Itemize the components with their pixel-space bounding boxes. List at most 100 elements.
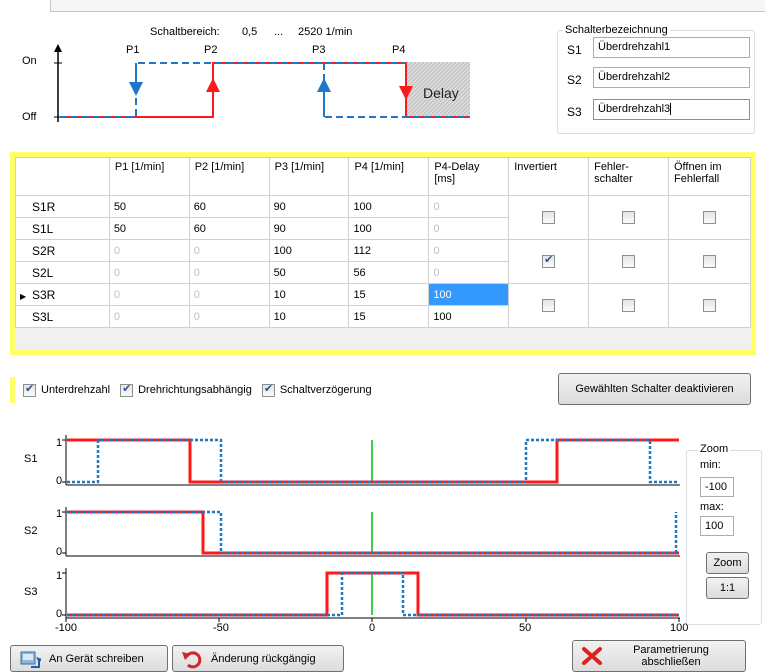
col-p1[interactable]: P1 [1/min]	[108, 157, 190, 196]
zoom-min-input[interactable]: -100	[700, 477, 734, 497]
undo-changes-label: Änderung rückgängig	[211, 652, 316, 665]
table-row[interactable]: ▶ S3R 0 0 10 15 100	[15, 283, 751, 328]
oeffnen-checkbox-s2[interactable]	[703, 255, 716, 268]
cell-p3[interactable]: 10	[268, 283, 350, 306]
cell-p2[interactable]: 0	[188, 261, 270, 284]
cell-p4[interactable]: 56	[348, 261, 430, 284]
fehlerschalter-checkbox-s2[interactable]	[622, 255, 636, 268]
schaltverzoegerung-label: Schaltverzögerung	[279, 384, 372, 396]
invertiert-checkbox-s2[interactable]	[542, 253, 556, 268]
col-p3[interactable]: P3 [1/min]	[268, 157, 350, 196]
cell-p4[interactable]: 15	[348, 305, 430, 328]
plot-s2-ytick-0: 0	[56, 546, 62, 558]
col-p4[interactable]: P4 [1/min]	[348, 157, 430, 196]
cell-p2[interactable]: 0	[188, 283, 270, 306]
switch-name-label-s1: S1	[567, 43, 582, 57]
plot-xtick-100: 100	[670, 622, 688, 634]
plot-xtick-50: 50	[519, 622, 531, 634]
invertiert-checkbox-s3[interactable]	[542, 299, 556, 312]
drehrichtung-checkbox[interactable]	[120, 382, 134, 397]
switch-name-s3-text: Überdrehzahl3	[598, 103, 671, 115]
fehlerschalter-checkbox-s1[interactable]	[622, 211, 636, 224]
zoom-title: Zoom	[698, 443, 731, 455]
plot-row-label-s1: S1	[24, 453, 37, 465]
undo-changes-button[interactable]: Änderung rückgängig	[172, 645, 344, 672]
cell-p1[interactable]: 50	[108, 217, 190, 240]
invertiert-checkbox-s1[interactable]	[542, 211, 556, 224]
drehrichtung-option[interactable]: Drehrichtungsabhängig	[120, 382, 252, 397]
table-row[interactable]: S2R 0 0 100 112 0	[15, 239, 751, 284]
cell-p3[interactable]: 90	[268, 217, 350, 240]
write-device-icon	[19, 649, 42, 669]
switch-name-input-s3[interactable]: Überdrehzahl3	[593, 99, 750, 120]
cell-p2[interactable]: 60	[188, 217, 270, 240]
grid-header-row: P1 [1/min] P2 [1/min] P3 [1/min] P4 [1/m…	[15, 157, 751, 196]
cell-p4[interactable]: 100	[348, 195, 430, 218]
col-p4-delay[interactable]: P4-Delay [ms]	[428, 157, 510, 196]
col-oeffnen-fehlerfall[interactable]: Öffnen im Fehlerfall	[668, 157, 751, 196]
cell-p4[interactable]: 112	[348, 239, 430, 262]
cell-p1[interactable]: 50	[108, 195, 190, 218]
row-name: S2R	[32, 243, 56, 258]
cell-p2[interactable]: 60	[188, 195, 270, 218]
drehrichtung-label: Drehrichtungsabhängig	[138, 384, 252, 396]
schaltverzoegerung-checkbox[interactable]	[261, 382, 275, 397]
cell-p3[interactable]: 50	[268, 261, 350, 284]
cell-p3[interactable]: 90	[268, 195, 350, 218]
switch-diagram: Schaltbereich: 0,5 ... 2520 1/min On Off…	[20, 20, 470, 140]
undo-icon	[181, 649, 203, 669]
plot-s2-ytick-1: 1	[56, 508, 62, 520]
plot-s1-ytick-1: 1	[56, 437, 62, 449]
cell-p1[interactable]: 0	[108, 305, 190, 328]
switch-name-input-s2[interactable]: Überdrehzahl2	[593, 67, 750, 88]
cell-delay-selected[interactable]: 100	[428, 283, 510, 306]
write-to-device-label: An Gerät schreiben	[49, 652, 144, 665]
plot-xtick-m100: -100	[55, 622, 77, 634]
cell-p1[interactable]: 0	[108, 261, 190, 284]
row-name: S1L	[32, 221, 54, 236]
oeffnen-checkbox-s1[interactable]	[703, 211, 716, 224]
oeffnen-checkbox-s3[interactable]	[703, 299, 716, 312]
cell-delay[interactable]: 100	[428, 305, 510, 328]
cell-p3[interactable]: 100	[268, 239, 350, 262]
zoom-max-label: max:	[700, 501, 724, 513]
switch-name-input-s1[interactable]: Überdrehzahl1	[593, 37, 750, 58]
plot-row-label-s3: S3	[24, 586, 37, 598]
cell-p2[interactable]: 0	[188, 239, 270, 262]
col-invertiert[interactable]: Invertiert	[508, 157, 590, 196]
fehlerschalter-checkbox-s3[interactable]	[622, 299, 636, 312]
text-caret	[670, 103, 672, 116]
zoom-button[interactable]: Zoom	[706, 552, 749, 574]
cell-delay[interactable]: 0	[428, 261, 510, 284]
unterdrehzahl-option[interactable]: Unterdrehzahl	[23, 382, 111, 397]
write-to-device-button[interactable]: An Gerät schreiben	[10, 645, 168, 672]
switch-state-plots: S1 1 0 S2 1 0 S3 1 0 -100 -50 0 50 100	[24, 435, 688, 634]
table-row[interactable]: S1R 50 60 90 100 0	[15, 195, 751, 240]
cell-delay[interactable]: 0	[428, 195, 510, 218]
grid-corner	[15, 157, 110, 196]
unterdrehzahl-checkbox[interactable]	[23, 382, 36, 397]
finish-parametrization-button[interactable]: Parametrierung abschließen	[572, 640, 746, 672]
switch-diagram-graphic: Delay	[54, 44, 470, 122]
close-x-icon	[581, 646, 603, 666]
options-group: Unterdrehzahl Drehrichtungsabhängig Scha…	[10, 377, 442, 403]
cell-p4[interactable]: 100	[348, 217, 430, 240]
cell-delay[interactable]: 0	[428, 239, 510, 262]
cell-p2[interactable]: 0	[188, 305, 270, 328]
schaltverzoegerung-option[interactable]: Schaltverzögerung	[261, 382, 372, 397]
col-p2[interactable]: P2 [1/min]	[188, 157, 270, 196]
col-fehlerschalter[interactable]: Fehler-schalter	[588, 157, 669, 196]
unterdrehzahl-label: Unterdrehzahl	[41, 384, 111, 396]
cell-delay[interactable]: 0	[428, 217, 510, 240]
switch-parameter-grid: P1 [1/min] P2 [1/min] P3 [1/min] P4 [1/m…	[10, 152, 756, 355]
cell-p1[interactable]: 0	[108, 283, 190, 306]
deactivate-switch-button[interactable]: Gewählten Schalter deaktivieren	[558, 373, 751, 405]
plot-xtick-m50: -50	[213, 622, 229, 634]
cell-p4[interactable]: 15	[348, 283, 430, 306]
zoom-max-input[interactable]: 100	[700, 516, 734, 536]
cell-p1[interactable]: 0	[108, 239, 190, 262]
zoom-reset-button[interactable]: 1:1	[706, 577, 749, 599]
cell-p3[interactable]: 10	[268, 305, 350, 328]
row-name: S2L	[32, 265, 54, 280]
row-name: S1R	[32, 199, 56, 214]
